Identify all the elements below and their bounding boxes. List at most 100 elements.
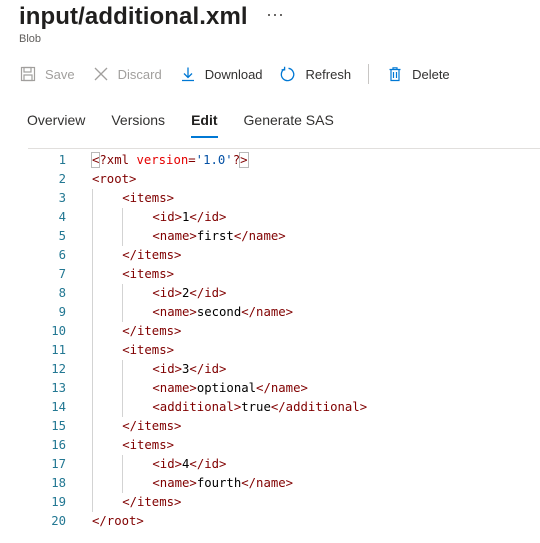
code-line[interactable]: 11 <items>	[28, 341, 540, 360]
code-text: <name>second</name>	[152, 303, 293, 322]
code-text: <id>1</id>	[152, 208, 226, 227]
code-token: <items>	[122, 438, 175, 452]
code-token: <name>	[152, 381, 197, 395]
indent-guide	[92, 227, 93, 246]
code-line[interactable]: 17 <id>4</id>	[28, 455, 540, 474]
code-line[interactable]: 20 </root>	[28, 512, 540, 531]
code-token: true	[241, 400, 271, 414]
code-text: <items>	[122, 341, 174, 360]
code-editor[interactable]: 1 <?xml version='1.0'?> 2 <root> 3 <items> 4 <i…	[28, 148, 540, 543]
code-line[interactable]: 3 <items>	[28, 189, 540, 208]
code-token: </additional>	[270, 400, 368, 414]
code-line[interactable]: 1 <?xml version='1.0'?>	[28, 151, 540, 170]
code-line[interactable]: 18 <name>fourth</name>	[28, 474, 540, 493]
line-number: 8	[58, 286, 66, 300]
code-token: fourth	[196, 476, 242, 490]
more-options-icon[interactable]: ⋯	[266, 5, 284, 26]
line-number: 11	[51, 343, 66, 357]
line-number: 13	[51, 381, 66, 395]
code-token: <name>	[152, 476, 197, 490]
code-text: <name>optional</name>	[152, 379, 307, 398]
code-text: </items>	[122, 246, 181, 265]
code-token: version	[136, 153, 189, 167]
code-token: </name>	[256, 381, 308, 395]
tab-generate-sas[interactable]: Generate SAS	[244, 112, 334, 135]
line-number: 9	[58, 305, 66, 319]
code-text: </items>	[122, 493, 181, 512]
code-line[interactable]: 8 <id>2</id>	[28, 284, 540, 303]
discard-label: Discard	[117, 66, 162, 82]
code-text: </items>	[122, 322, 181, 341]
code-token: </id>	[189, 362, 227, 376]
toolbar-divider	[368, 64, 370, 84]
download-icon	[179, 65, 197, 83]
code-line[interactable]: 14 <additional>true</additional>	[28, 398, 540, 417]
delete-button[interactable]: Delete	[386, 62, 467, 86]
code-text: <id>3</id>	[152, 360, 226, 379]
code-line[interactable]: 6 </items>	[28, 246, 540, 265]
code-token: <name>	[152, 305, 197, 319]
download-button[interactable]: Download	[179, 62, 280, 86]
line-number: 10	[51, 324, 66, 338]
code-line[interactable]: 15 </items>	[28, 417, 540, 436]
indent-guide	[122, 284, 124, 303]
line-number: 15	[51, 419, 66, 433]
save-button[interactable]: Save	[19, 62, 92, 86]
code-line[interactable]: 19 </items>	[28, 493, 540, 512]
code-text: <name>fourth</name>	[152, 474, 293, 493]
code-token: </name>	[241, 476, 294, 490]
code-token: </items>	[122, 419, 182, 433]
code-line[interactable]: 2 <root>	[28, 170, 540, 189]
trash-icon	[386, 65, 404, 83]
indent-guide	[122, 360, 124, 379]
indent-guide	[122, 303, 124, 322]
indent-guide	[122, 379, 124, 398]
indent-guide	[92, 341, 93, 360]
indent-guide	[122, 474, 124, 493]
code-token: </id>	[189, 457, 227, 471]
code-token: </name>	[241, 305, 294, 319]
download-label: Download	[204, 66, 263, 82]
code-text: </items>	[122, 417, 181, 436]
line-number: 20	[51, 514, 66, 528]
code-line[interactable]: 13 <name>optional</name>	[28, 379, 540, 398]
close-icon	[92, 65, 110, 83]
code-text: <items>	[122, 436, 174, 455]
save-label: Save	[45, 66, 75, 82]
indent-guide	[92, 208, 93, 227]
tab-overview[interactable]: Overview	[27, 112, 85, 135]
indent-guide	[92, 436, 93, 455]
line-number: 5	[58, 229, 66, 243]
indent-guide	[92, 379, 93, 398]
refresh-button[interactable]: Refresh	[280, 62, 369, 86]
indent-guide	[92, 398, 93, 417]
refresh-icon	[280, 65, 298, 83]
code-text: <id>2</id>	[152, 284, 226, 303]
code-line[interactable]: 12 <id>3</id>	[28, 360, 540, 379]
code-token: <additional>	[152, 400, 242, 414]
code-token: </items>	[122, 324, 182, 338]
line-number: 18	[51, 476, 66, 490]
discard-button[interactable]: Discard	[92, 62, 179, 86]
tab-versions[interactable]: Versions	[111, 112, 165, 135]
indent-guide	[92, 474, 93, 493]
code-text: <name>first</name>	[152, 227, 285, 246]
line-number: 4	[58, 210, 66, 224]
tab-edit[interactable]: Edit	[191, 112, 218, 138]
code-line[interactable]: 16 <items>	[28, 436, 540, 455]
code-line[interactable]: 9 <name>second</name>	[28, 303, 540, 322]
line-number: 6	[58, 248, 66, 262]
code-token: =	[188, 153, 196, 167]
code-token: </root>	[92, 514, 144, 528]
code-token: second	[196, 305, 242, 319]
code-token: <items>	[122, 191, 175, 205]
code-token: optional	[196, 381, 257, 395]
command-bar: Save Discard Download Refresh Delete	[19, 62, 467, 86]
code-line[interactable]: 4 <id>1</id>	[28, 208, 540, 227]
code-line[interactable]: 7 <items>	[28, 265, 540, 284]
code-token: >	[239, 152, 249, 168]
code-line[interactable]: 5 <name>first</name>	[28, 227, 540, 246]
code-text: <items>	[122, 189, 174, 208]
line-number: 7	[58, 267, 66, 281]
code-line[interactable]: 10 </items>	[28, 322, 540, 341]
